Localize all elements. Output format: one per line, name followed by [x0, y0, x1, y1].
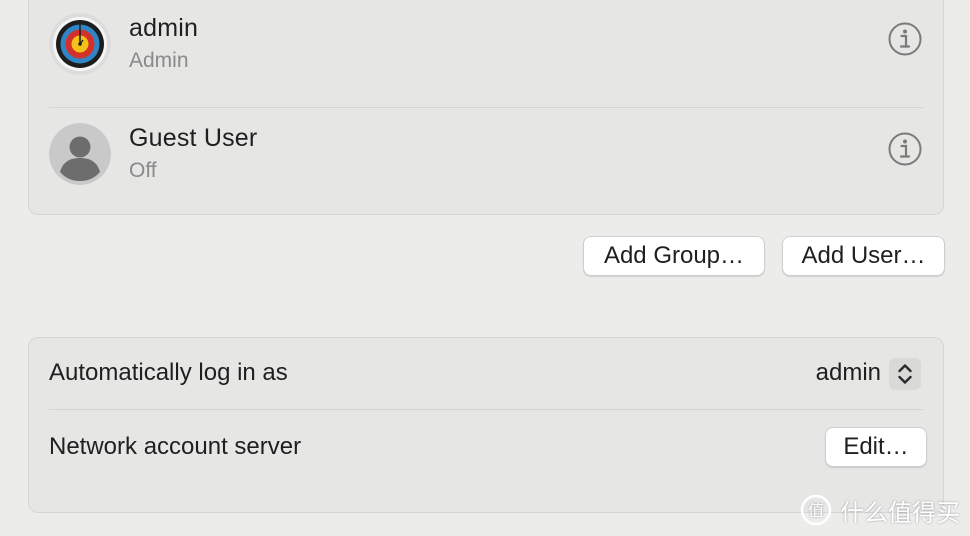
up-down-chevron-icon[interactable] — [889, 358, 921, 390]
user-status: Off — [129, 159, 157, 182]
user-row-guest[interactable]: Guest User Off — [29, 111, 943, 221]
users-list: admin Admin Guest User Off — [28, 0, 944, 215]
add-group-button[interactable]: Add Group… — [583, 236, 765, 276]
user-name: Guest User — [129, 124, 258, 152]
svg-text:值: 值 — [808, 501, 824, 520]
auto-login-row: Automatically log in as admin — [29, 338, 943, 410]
info-icon[interactable] — [887, 131, 923, 167]
person-silhouette-icon — [49, 123, 111, 185]
auto-login-label: Automatically log in as — [49, 359, 288, 386]
archery-target-icon — [49, 13, 111, 75]
network-server-label: Network account server — [49, 433, 302, 460]
user-name: admin — [129, 14, 199, 42]
edit-button[interactable]: Edit… — [825, 427, 927, 467]
users-groups-settings: admin Admin Guest User Off Add Group… Ad… — [0, 0, 970, 536]
watermark: 值 什么值得买 — [800, 492, 960, 528]
row-divider — [49, 107, 923, 108]
user-role: Admin — [129, 49, 189, 72]
info-icon[interactable] — [887, 21, 923, 57]
user-row-admin[interactable]: admin Admin — [29, 1, 943, 111]
login-settings: Automatically log in as admin Network ac… — [28, 337, 944, 513]
network-account-row: Network account server Edit… — [29, 410, 943, 486]
add-user-button[interactable]: Add User… — [782, 236, 945, 276]
auto-login-value[interactable]: admin — [816, 359, 881, 387]
watermark-text: 什么值得买 — [840, 499, 960, 527]
value-logo-icon: 值 — [800, 494, 832, 526]
